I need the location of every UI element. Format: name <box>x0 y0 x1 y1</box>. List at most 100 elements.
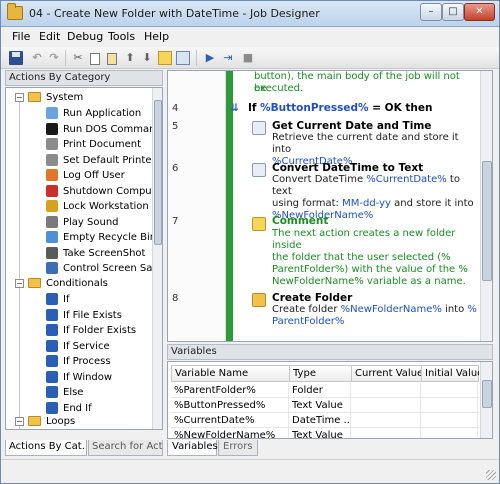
collapse-icon[interactable]: − <box>15 417 24 426</box>
condition-icon <box>46 386 58 398</box>
undo-icon[interactable]: ↶ <box>30 51 44 65</box>
action-item[interactable]: If File Exists <box>6 308 151 323</box>
category-conditionals[interactable]: − Conditionals <box>6 276 151 291</box>
menu-help[interactable]: Help <box>144 30 169 43</box>
step-title[interactable]: Get Current Date and Time <box>272 120 431 132</box>
column-header[interactable]: Variable Name <box>172 366 290 381</box>
tab-errors[interactable]: Errors <box>218 440 258 456</box>
action-label: Play Sound <box>63 216 119 228</box>
condition-icon <box>46 293 58 305</box>
collapse-icon[interactable]: − <box>15 279 24 288</box>
collapse-icon[interactable]: − <box>15 93 24 102</box>
action-item[interactable]: Log Off User <box>6 168 151 183</box>
action-item[interactable]: If Folder Exists <box>6 323 151 338</box>
run-icon[interactable]: ▶ <box>203 51 217 65</box>
move-down-icon[interactable]: ⬇ <box>140 51 154 65</box>
category-system[interactable]: − System <box>6 90 151 105</box>
menu-edit[interactable]: Edit <box>39 30 60 43</box>
cut-icon[interactable]: ✂ <box>71 51 85 65</box>
step-title[interactable]: Comment <box>272 215 328 227</box>
actions-tree[interactable]: − System Run Application Run DOS Command P… <box>5 87 163 430</box>
scrollbar-thumb[interactable] <box>482 161 492 281</box>
action-label: If File Exists <box>63 309 122 321</box>
variable-row[interactable]: %CurrentDate% DateTime ... <box>171 413 479 428</box>
step-icon[interactable]: ⇥ <box>221 51 235 65</box>
category-label: System <box>46 92 84 103</box>
action-item[interactable]: Else <box>6 385 151 400</box>
left-panel-tabs: Actions By Cat... Search for Acti... <box>5 439 163 457</box>
title-bar[interactable]: 04 - Create New Folder with DateTime - J… <box>1 1 499 27</box>
script-scrollbar[interactable] <box>480 71 492 341</box>
grid-header: Variable Name Type Current Value Initial… <box>171 365 479 382</box>
save-icon[interactable] <box>9 51 23 65</box>
cell-type: DateTime ... <box>289 413 351 428</box>
step-title[interactable]: Create Folder <box>272 292 352 304</box>
toolbar: ↶ ↷ ✂ ⬆ ⬇ ▶ ⇥ ■ <box>1 47 499 69</box>
action-item[interactable]: Set Default Printer <box>6 153 156 168</box>
action-label: Run DOS Command <box>63 123 162 135</box>
action-item[interactable]: Print Document <box>6 137 151 152</box>
action-label: If Service <box>63 340 110 352</box>
action-item[interactable]: Control Screen Save <box>6 261 162 276</box>
action-item[interactable]: If Process <box>6 354 151 369</box>
action-item[interactable]: Run Application <box>6 106 151 121</box>
action-label: If Window <box>63 371 113 383</box>
variable-row[interactable]: %NewFolderName% Text Value <box>171 428 479 438</box>
copy-icon[interactable] <box>88 51 102 65</box>
minimize-button[interactable]: – <box>420 3 442 21</box>
action-label: If Process <box>63 356 111 367</box>
cell-type: Text Value <box>289 398 351 413</box>
folder-icon <box>28 416 41 426</box>
variable-row[interactable]: %ButtonPressed% Text Value <box>171 398 479 413</box>
category-loops[interactable]: − Loops <box>6 414 151 429</box>
menu-debug[interactable]: Debug <box>67 30 103 43</box>
action-item[interactable]: Lock Workstation <box>6 199 151 214</box>
paste-icon[interactable] <box>105 51 119 65</box>
action-item[interactable]: Shutdown Computer <box>6 184 162 199</box>
condition-icon <box>46 308 58 321</box>
variables-panel-header: Variables <box>167 344 493 360</box>
tab-search-for-actions[interactable]: Search for Acti... <box>88 440 163 456</box>
step-title[interactable]: Convert DateTime to Text <box>272 162 423 174</box>
menu-file[interactable]: File <box>12 30 30 43</box>
action-item[interactable]: Play Sound <box>6 215 151 230</box>
tree-scrollbar[interactable] <box>152 88 162 429</box>
action-item[interactable]: If <box>6 292 151 307</box>
variable-row[interactable]: %ParentFolder% Folder <box>171 383 479 398</box>
action-label: Else <box>63 387 84 398</box>
stop-icon[interactable]: ■ <box>241 51 255 65</box>
action-item[interactable]: Run DOS Command <box>6 122 162 137</box>
action-label: Shutdown Computer <box>63 185 163 197</box>
scrollbar-thumb[interactable] <box>482 380 492 408</box>
line-number: 7 <box>172 216 179 227</box>
maximize-button[interactable]: □ <box>442 3 464 21</box>
action-item[interactable]: Take ScreenShot <box>6 246 151 261</box>
comment-icon[interactable] <box>158 51 172 65</box>
resize-grip-icon[interactable] <box>486 470 496 480</box>
tab-actions-by-category[interactable]: Actions By Cat... <box>5 440 87 456</box>
action-item[interactable]: If Service <box>6 339 151 354</box>
action-label: Take ScreenShot <box>63 247 146 259</box>
action-item[interactable]: If Window <box>6 370 151 385</box>
scrollbar-thumb[interactable] <box>154 100 162 245</box>
action-item[interactable]: Empty Recycle Bin <box>6 230 156 245</box>
column-header[interactable]: Current Value <box>352 366 422 381</box>
calendar-icon <box>252 121 266 135</box>
redo-icon[interactable]: ↷ <box>47 51 61 65</box>
menu-tools[interactable]: Tools <box>108 30 135 43</box>
folder-icon <box>28 278 41 288</box>
menu-bar: File Edit Debug Tools Help <box>1 28 499 46</box>
camera-icon <box>46 246 58 259</box>
tab-variables[interactable]: Variables <box>167 440 218 456</box>
close-button[interactable]: ✕ <box>464 3 495 21</box>
dos-icon <box>46 122 58 135</box>
column-header[interactable]: Initial Value <box>422 366 479 381</box>
cell-type: Text Value <box>289 428 351 438</box>
script-editor[interactable]: button), the main body of the job will n… <box>167 70 493 342</box>
variables-grid[interactable]: Variable Name Type Current Value Initial… <box>167 361 493 439</box>
if-statement[interactable]: If %ButtonPressed% = OK then <box>248 102 432 114</box>
move-up-icon[interactable]: ⬆ <box>123 51 137 65</box>
dialog-icon[interactable] <box>176 51 190 65</box>
column-header[interactable]: Type <box>290 366 352 381</box>
variables-scrollbar[interactable] <box>480 362 492 438</box>
